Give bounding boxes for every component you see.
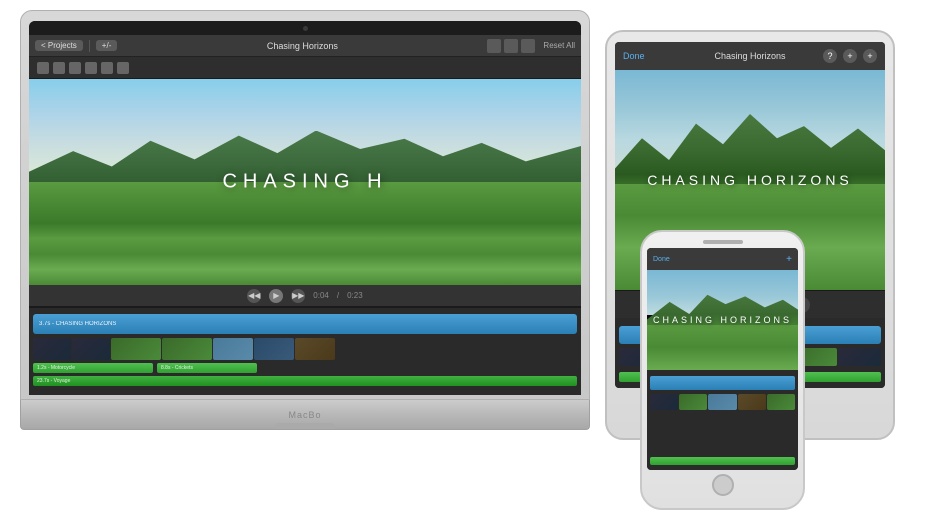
- thumb-4: [162, 338, 212, 360]
- imovie-sub-toolbar: [29, 57, 581, 79]
- macbook-camera: [303, 26, 308, 31]
- scene: < Projects +/- Chasing Horizons Reset Al…: [0, 0, 945, 530]
- macbook-logo: MacBo: [288, 410, 321, 420]
- timeline-time-total: 0:23: [347, 291, 363, 300]
- add-remove-button[interactable]: +/-: [96, 40, 118, 51]
- ipad-done-button[interactable]: Done: [623, 51, 645, 61]
- iphone-terraces: [647, 325, 798, 370]
- toolbar-separator: [89, 40, 90, 52]
- ipad-toolbar-right: ? + +: [823, 49, 877, 63]
- timeline-tracks: 3.7s - CHASING HORIZONS: [29, 308, 581, 395]
- thumbnail-strip: [33, 338, 577, 360]
- thumb-3: [111, 338, 161, 360]
- macbook-body: < Projects +/- Chasing Horizons Reset Al…: [20, 10, 590, 400]
- imovie-main-toolbar: < Projects +/- Chasing Horizons Reset Al…: [29, 35, 581, 57]
- timeline-controls: ◀◀ ▶ ▶▶ 0:04 / 0:23: [29, 285, 581, 307]
- audio-track-2[interactable]: 8.8s - Crickets: [157, 363, 257, 373]
- thumb-7: [295, 338, 335, 360]
- preview-landscape: CHASING H: [29, 79, 581, 285]
- main-track-label: 3.7s - CHASING HORIZONS: [39, 321, 116, 327]
- iphone-screen: Done + CHASING HORIZONS: [647, 248, 798, 470]
- ipad-preview-title: CHASING HORIZONS: [615, 172, 885, 188]
- ipad-thumb-6: [838, 348, 881, 366]
- text-tool-icon[interactable]: [37, 62, 49, 74]
- audio-track-2-label: 8.8s - Crickets: [161, 365, 193, 371]
- iphone-thumb-3: [708, 394, 736, 410]
- thumb-5: [213, 338, 253, 360]
- next-button[interactable]: ▶▶: [291, 289, 305, 303]
- macbook-preview-title: CHASING H: [29, 171, 581, 194]
- timeline-time-current: 0:04: [313, 291, 329, 300]
- thumb-6: [254, 338, 294, 360]
- iphone-device: Done + CHASING HORIZONS: [640, 230, 805, 510]
- iphone-thumb-2: [679, 394, 707, 410]
- toolbar-icon-3[interactable]: [521, 39, 535, 53]
- iphone-toolbar: Done +: [647, 248, 798, 270]
- imovie-preview: CHASING H: [29, 79, 581, 285]
- iphone-speaker: [703, 240, 743, 244]
- imovie-title: Chasing Horizons: [121, 41, 483, 51]
- iphone-thumbnail-strip: [650, 394, 795, 410]
- ipad-title: Chasing Horizons: [714, 51, 785, 61]
- imovie-timeline[interactable]: 3.7s - CHASING HORIZONS: [29, 307, 581, 395]
- macbook-base: MacBo: [20, 400, 590, 430]
- ipad-help-button[interactable]: ?: [823, 49, 837, 63]
- iphone-preview-title: CHASING HORIZONS: [647, 315, 798, 325]
- prev-button[interactable]: ◀◀: [247, 289, 261, 303]
- thumb-2: [72, 338, 110, 360]
- macbook-screen: < Projects +/- Chasing Horizons Reset Al…: [29, 35, 581, 395]
- thumb-1: [33, 338, 71, 360]
- macbook-screen-bezel: < Projects +/- Chasing Horizons Reset Al…: [29, 21, 581, 395]
- audio-tool-icon[interactable]: [85, 62, 97, 74]
- subtoolbar-icons: [37, 62, 129, 74]
- timeline-slash: /: [337, 291, 339, 300]
- iphone-thumb-1: [650, 394, 678, 410]
- speed-tool-icon[interactable]: [101, 62, 113, 74]
- macbook-camera-bar: [29, 21, 581, 35]
- macbook-notch: [275, 423, 335, 429]
- toolbar-icon-1[interactable]: [487, 39, 501, 53]
- toolbar-icon-2[interactable]: [504, 39, 518, 53]
- iphone-preview: CHASING HORIZONS: [647, 270, 798, 370]
- main-video-track[interactable]: 3.7s - CHASING HORIZONS: [33, 314, 577, 334]
- ipad-add-button[interactable]: +: [843, 49, 857, 63]
- filter-tool-icon[interactable]: [69, 62, 81, 74]
- ipad-more-button[interactable]: +: [863, 49, 877, 63]
- iphone-audio-track[interactable]: [650, 457, 795, 465]
- reset-all-button[interactable]: Reset All: [543, 41, 575, 50]
- iphone-thumb-4: [738, 394, 766, 410]
- macbook-device: < Projects +/- Chasing Horizons Reset Al…: [20, 10, 590, 430]
- clip-tool-icon[interactable]: [53, 62, 65, 74]
- iphone-timeline[interactable]: [647, 370, 798, 470]
- toolbar-icons: [487, 39, 535, 53]
- audio-track-3[interactable]: 23.7s - Voyage: [33, 376, 577, 386]
- iphone-add-button[interactable]: +: [786, 254, 792, 265]
- iphone-video-track[interactable]: [650, 376, 795, 390]
- projects-button[interactable]: < Projects: [35, 40, 83, 51]
- audio-track-3-label: 23.7s - Voyage: [37, 378, 70, 384]
- ipad-toolbar: Done Chasing Horizons ? + +: [615, 42, 885, 70]
- audio-track-1[interactable]: 1.2s - Motorcycle: [33, 363, 153, 373]
- info-tool-icon[interactable]: [117, 62, 129, 74]
- audio-track-1-label: 1.2s - Motorcycle: [37, 365, 75, 371]
- iphone-done-button[interactable]: Done: [653, 256, 670, 263]
- iphone-home-button[interactable]: [712, 474, 734, 496]
- play-button[interactable]: ▶: [269, 289, 283, 303]
- iphone-thumb-5: [767, 394, 795, 410]
- preview-terraces: [29, 182, 581, 285]
